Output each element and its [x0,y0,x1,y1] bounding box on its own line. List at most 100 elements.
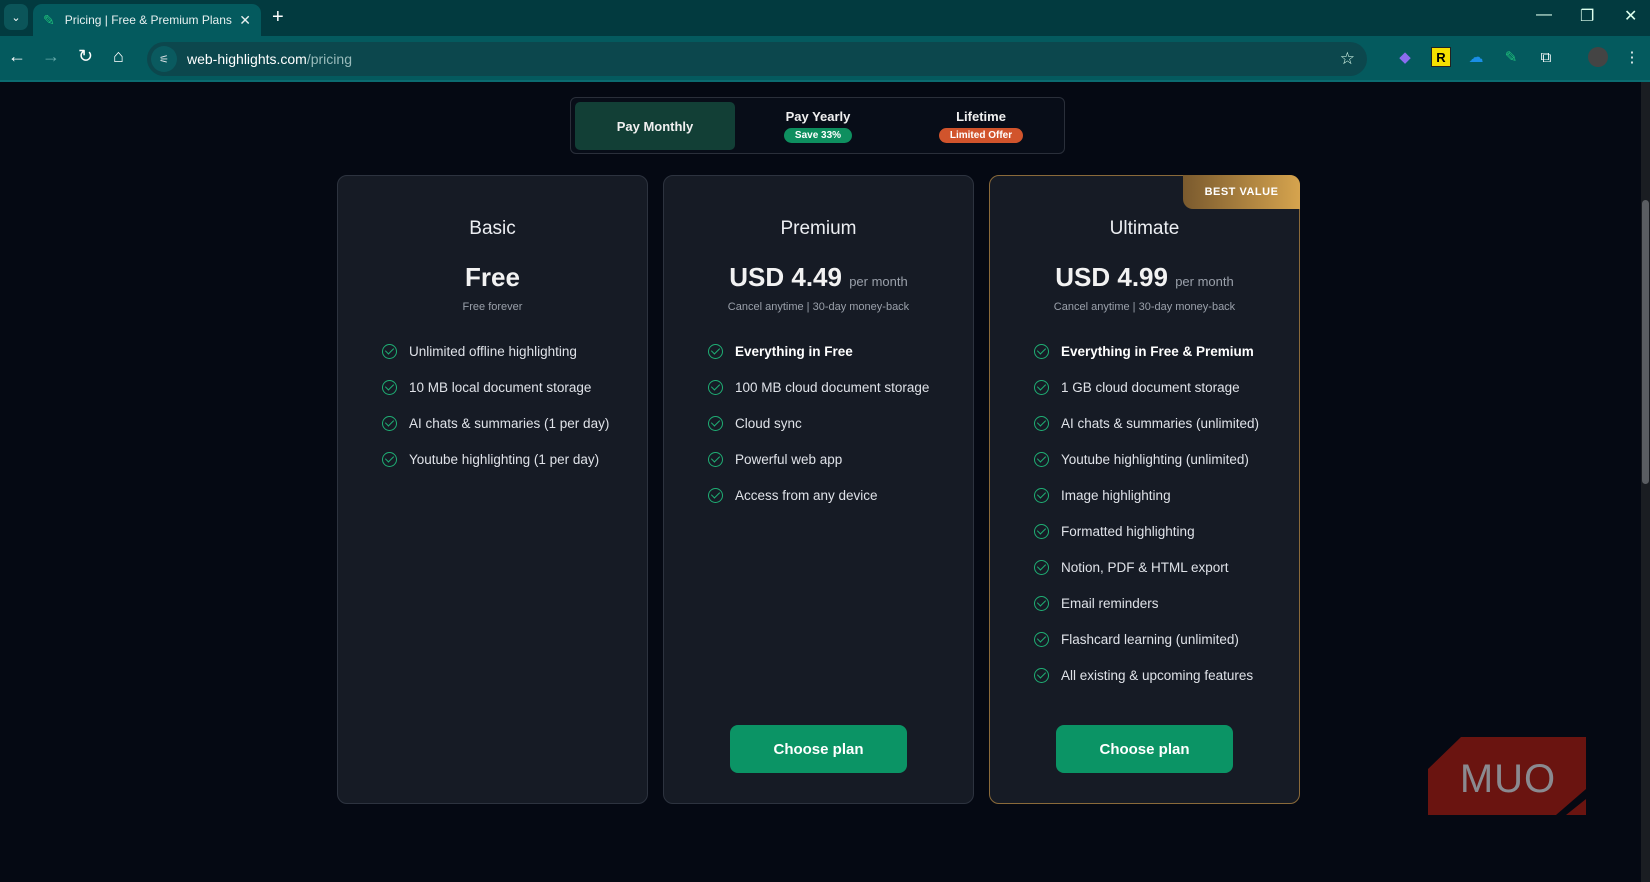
plan-name: Ultimate [1109,218,1180,239]
feature-text: Powerful web app [735,451,843,467]
back-icon[interactable]: ← [8,46,26,67]
feature-text: All existing & upcoming features [1061,667,1254,683]
close-tab-icon[interactable]: ✕ [239,12,251,29]
feature-item: All existing & upcoming features [1034,657,1299,693]
plan-price: Free [338,262,647,293]
avatar[interactable] [1588,47,1608,67]
check-circle-icon [382,415,397,431]
feature-text: AI chats & summaries (unlimited) [1061,415,1260,431]
feature-text: Everything in Free & Premium [1061,343,1254,359]
check-circle-icon [1034,523,1049,539]
minimize-icon[interactable]: — [1536,6,1552,24]
feature-text: AI chats & summaries (1 per day) [409,415,610,431]
pay-monthly-option[interactable]: Pay Monthly [575,102,735,150]
check-circle-icon [1034,667,1049,683]
feature-text: Access from any device [735,487,878,503]
feature-item: Email reminders [1034,585,1299,621]
home-icon[interactable]: ⌂ [113,46,124,67]
menu-icon[interactable]: ⋮ [1622,47,1642,67]
address-bar[interactable]: ⚟ web-highlights.com/pricing ☆ [147,42,1367,76]
feature-item: Flashcard learning (unlimited) [1034,621,1299,657]
check-circle-icon [708,487,723,503]
limited-offer-badge: Limited Offer [938,128,1024,143]
plan-name: Basic [469,218,516,239]
save-badge: Save 33% [783,128,853,143]
plan-card-basic: Basic Free Free forever Unlimited offlin… [337,175,648,804]
readwise-icon[interactable]: R [1431,47,1451,67]
price-period: per month [1175,274,1234,289]
check-circle-icon [1034,379,1049,395]
check-circle-icon [708,343,723,359]
feature-text: Notion, PDF & HTML export [1061,559,1229,575]
feature-text: Flashcard learning (unlimited) [1061,631,1239,647]
svg-text:MUO: MUO [1460,757,1556,801]
price-value: Free [465,262,520,292]
feature-text: Youtube highlighting (1 per day) [409,451,600,467]
feature-item: 10 MB local document storage [382,369,647,405]
feature-list: Everything in Free 100 MB cloud document… [708,333,973,513]
restore-icon[interactable]: ❐ [1580,6,1594,26]
close-window-icon[interactable]: ✕ [1624,6,1637,26]
check-circle-icon [1034,451,1049,467]
price-value: USD 4.49 [729,262,842,292]
feature-list: Unlimited offline highlighting 10 MB loc… [382,333,647,477]
plan-name: Premium [780,218,857,239]
feature-item: Everything in Free [708,333,973,369]
feature-text: Image highlighting [1061,487,1171,503]
check-circle-icon [1034,343,1049,359]
highlighter-favicon-icon: ✎ [43,11,55,28]
feature-text: Youtube highlighting (unlimited) [1061,451,1249,467]
lifetime-option[interactable]: Lifetime Limited Offer [901,102,1061,150]
bookmark-star-icon[interactable]: ☆ [1340,49,1355,69]
check-circle-icon [1034,631,1049,647]
check-circle-icon [1034,595,1049,611]
url-domain: web-highlights.com [187,51,307,67]
page-scrollbar[interactable] [1641,82,1650,882]
option-label: Pay Monthly [616,118,694,134]
check-circle-icon [1034,559,1049,575]
muo-watermark-logo: MUO [1428,737,1586,815]
forward-icon[interactable]: → [42,46,60,67]
check-circle-icon [708,415,723,431]
option-label: Lifetime [956,109,1006,124]
obsidian-icon[interactable]: ◆ [1395,47,1415,67]
check-circle-icon [1034,415,1049,431]
web-highlights-icon[interactable]: ✎ [1501,47,1521,67]
feature-text: 100 MB cloud document storage [735,379,930,395]
reload-icon[interactable]: ↻ [78,46,93,67]
feature-item: Youtube highlighting (1 per day) [382,441,647,477]
tab-strip: ⌄ ✎ Pricing | Free & Premium Plans ✕ + —… [0,0,1650,36]
option-label: Pay Yearly [785,109,851,124]
check-circle-icon [1034,487,1049,503]
url-path: /pricing [306,51,352,67]
pay-yearly-option[interactable]: Pay Yearly Save 33% [738,102,898,150]
choose-plan-premium-button[interactable]: Choose plan [730,725,907,773]
check-circle-icon [382,343,397,359]
feature-text: 1 GB cloud document storage [1061,379,1240,395]
feature-text: Cloud sync [735,415,802,431]
feature-text: Everything in Free [735,343,853,359]
plan-card-premium: Premium USD 4.49 per month Cancel anytim… [663,175,974,804]
feature-text: Email reminders [1061,595,1159,611]
plan-price: USD 4.99 per month [990,262,1299,293]
feature-list: Everything in Free & Premium 1 GB cloud … [1034,333,1299,693]
new-tab-button[interactable]: + [272,6,284,29]
scrollbar-thumb[interactable] [1642,200,1649,484]
feature-item: AI chats & summaries (unlimited) [1034,405,1299,441]
feature-item: Youtube highlighting (unlimited) [1034,441,1299,477]
billing-toggle: Pay Monthly Pay Yearly Save 33% Lifetime L… [570,97,1065,154]
check-circle-icon [382,451,397,467]
extensions-icon[interactable]: ⧉ [1536,47,1556,67]
plan-price: USD 4.49 per month [664,262,973,293]
feature-text: Formatted highlighting [1061,523,1195,539]
tab-search-button[interactable]: ⌄ [4,4,28,30]
plan-subtitle: Free forever [462,301,523,313]
choose-plan-ultimate-button[interactable]: Choose plan [1056,725,1233,773]
onedrive-icon[interactable]: ☁ [1466,47,1486,67]
feature-text: Unlimited offline highlighting [409,343,577,359]
tab-pricing[interactable]: ✎ Pricing | Free & Premium Plans ✕ [33,4,261,36]
price-value: USD 4.99 [1055,262,1168,292]
feature-item: Unlimited offline highlighting [382,333,647,369]
feature-item: 1 GB cloud document storage [1034,369,1299,405]
site-info-icon[interactable]: ⚟ [151,46,177,72]
